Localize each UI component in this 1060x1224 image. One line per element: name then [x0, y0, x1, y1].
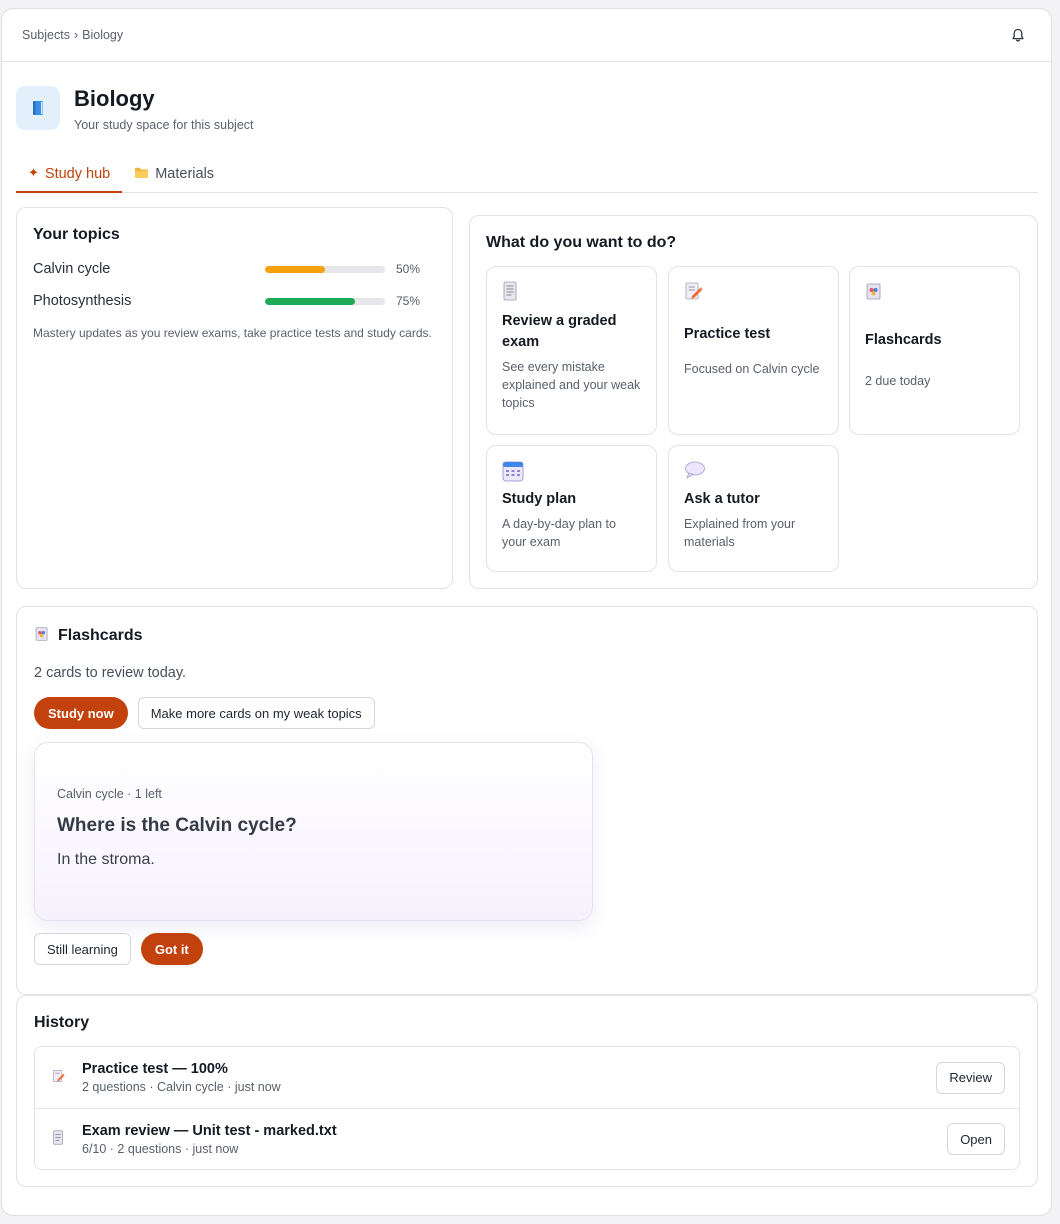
flashcard[interactable]: Calvin cycle · 1 left Where is the Calvi…: [34, 742, 593, 921]
study-now-button[interactable]: Study now: [34, 697, 128, 729]
actions-title: What do you want to do?: [486, 234, 677, 251]
action-desc: 2 due today: [865, 374, 931, 388]
topic-row-calvin-cycle[interactable]: Calvin cycle 50%: [33, 258, 436, 280]
app-window: Subjects › Biology Biology Your study sp…: [1, 8, 1052, 1216]
action-title: Flashcards: [865, 332, 942, 348]
action-review-graded-exam[interactable]: Review a graded exam See every mistake e…: [486, 266, 657, 435]
flashcards-header: Flashcards: [34, 625, 1020, 647]
action-desc: Focused on Calvin cycle: [684, 362, 820, 376]
got-it-button[interactable]: Got it: [140, 933, 203, 965]
tab-bar: ✦ Study hub Materials: [16, 156, 1038, 193]
memo-pencil-icon: [684, 281, 823, 305]
topic-name: Photosynthesis: [33, 293, 132, 309]
flashcard-question: Where is the Calvin cycle?: [57, 815, 297, 836]
history-title: History: [34, 1014, 90, 1031]
topic-percent: 75%: [396, 294, 421, 308]
topic-percent: 50%: [396, 262, 421, 276]
flashcards-section: Flashcards 2 cards to review today. Stud…: [16, 606, 1038, 995]
still-learning-button[interactable]: Still learning: [34, 933, 131, 965]
speech-bubble-icon: [684, 460, 823, 484]
history-section: History Practice test — 100% 2 questions…: [16, 995, 1038, 1187]
history-subtitle: 6/10 · 2 questions · just now: [82, 1141, 239, 1156]
action-desc: A day-by-day plan to your exam: [502, 517, 616, 549]
topic-progress-bar: [265, 297, 385, 305]
action-title: Ask a tutor: [684, 491, 760, 507]
history-text: Practice test — 100% 2 questions · Calvi…: [82, 1061, 936, 1094]
action-desc: Explained from your materials: [684, 517, 796, 549]
action-title: Review a graded exam: [502, 313, 617, 350]
page-subtitle: Your study space for this subject: [74, 118, 254, 132]
flashcards-count: 2 cards to review today.: [34, 665, 187, 681]
topics-note: Mastery updates as you review exams, tak…: [33, 326, 432, 340]
topic-name: Calvin cycle: [33, 261, 111, 277]
topic-progress-fill: [265, 297, 355, 305]
cards-icon: [865, 281, 1004, 305]
flashcard-grade-buttons: Still learning Got it: [34, 933, 1020, 965]
history-title-text: Exam review — Unit test - marked.txt: [82, 1122, 337, 1139]
breadcrumb: Subjects › Biology: [22, 28, 123, 42]
action-study-plan[interactable]: Study plan A day-by-day plan to your exa…: [486, 445, 657, 572]
history-text: Exam review — Unit test - marked.txt 6/1…: [82, 1123, 947, 1156]
bell-icon[interactable]: [1005, 22, 1031, 48]
document-icon: [502, 281, 641, 305]
tab-study-hub[interactable]: ✦ Study hub: [16, 156, 123, 193]
folder-icon: [134, 166, 149, 183]
memo-pencil-icon: [52, 1069, 66, 1086]
flashcard-meta: Calvin cycle · 1 left: [57, 787, 162, 801]
breadcrumb-current: Biology: [82, 28, 124, 42]
history-title-text: Practice test — 100%: [82, 1061, 228, 1077]
topic-progress-fill: [265, 265, 325, 273]
topic-progress-bar: [265, 265, 385, 273]
breadcrumb-subjects[interactable]: Subjects: [22, 28, 70, 42]
topic-row-photosynthesis[interactable]: Photosynthesis 75%: [33, 290, 436, 312]
action-title: Practice test: [684, 326, 771, 342]
flashcards-title: Flashcards: [58, 627, 143, 644]
review-button[interactable]: Review: [936, 1061, 1005, 1094]
history-list: Practice test — 100% 2 questions · Calvi…: [34, 1046, 1020, 1170]
open-button[interactable]: Open: [947, 1123, 1005, 1155]
sparkle-icon: ✦: [28, 166, 39, 181]
action-flashcards[interactable]: Flashcards 2 due today: [849, 266, 1020, 435]
history-subtitle: 2 questions · Calvin cycle · just now: [82, 1080, 281, 1094]
action-practice-test[interactable]: Practice test Focused on Calvin cycle: [668, 266, 839, 435]
tab-materials[interactable]: Materials: [122, 156, 226, 192]
top-bar: Subjects › Biology: [2, 9, 1051, 62]
history-row: Exam review — Unit test - marked.txt 6/1…: [35, 1108, 1019, 1169]
cards-icon: [34, 625, 50, 647]
action-desc: See every mistake explained and your wea…: [502, 360, 641, 410]
history-row: Practice test — 100% 2 questions · Calvi…: [35, 1047, 1019, 1108]
book-icon: [16, 86, 60, 130]
action-ask-a-tutor[interactable]: Ask a tutor Explained from your material…: [668, 445, 839, 572]
calendar-icon: [502, 460, 641, 484]
tab-label: Study hub: [44, 165, 111, 182]
topics-card: Your topics Calvin cycle 50% Photosynthe…: [16, 207, 453, 589]
actions-card: What do you want to do? Review a graded …: [469, 215, 1038, 589]
breadcrumb-separator: ›: [73, 28, 79, 42]
flashcard-answer: In the stroma.: [57, 851, 155, 868]
document-icon: [52, 1130, 66, 1148]
make-more-cards-button[interactable]: Make more cards on my weak topics: [137, 697, 375, 729]
flashcards-buttons: Study now Make more cards on my weak top…: [34, 697, 1020, 729]
action-title: Study plan: [502, 491, 577, 507]
tab-label: Materials: [155, 166, 215, 182]
topics-title: Your topics: [33, 226, 120, 243]
page-title: Biology: [74, 86, 155, 111]
subject-header: Biology Your study space for this subjec…: [16, 86, 254, 132]
